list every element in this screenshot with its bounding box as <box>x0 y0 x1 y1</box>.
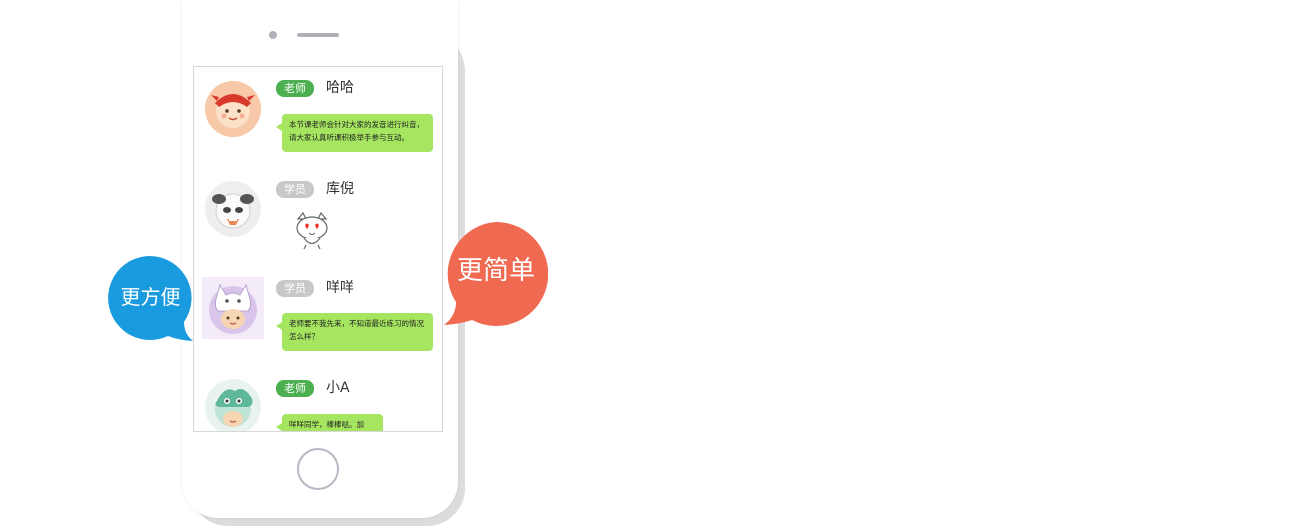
role-badge: 学员 <box>276 181 314 198</box>
camera-dot <box>269 31 277 39</box>
user-name: 小A <box>326 380 350 396</box>
home-button[interactable] <box>297 448 339 490</box>
callout-convenient: 更方便 <box>108 256 193 342</box>
user-name: 哈哈 <box>326 80 354 96</box>
user-name: 库倪 <box>326 181 354 197</box>
speaker-slot <box>297 33 339 37</box>
heart-eyes-cat-sticker-icon[interactable] <box>294 211 330 251</box>
chat-message: 老师 小A 咩咩同学，棒棒哒。加油！ <box>194 367 442 431</box>
message-bubble[interactable]: 咩咩同学，棒棒哒。加油！ <box>276 414 383 431</box>
role-badge: 老师 <box>276 380 314 397</box>
panda-avatar-icon[interactable] <box>205 181 261 237</box>
message-bubble[interactable]: 本节课老师会针对大家的发音进行纠音，请大家认真听课积极举手参与互动。 <box>276 114 433 152</box>
chat-message: 学员 库倪 <box>194 167 442 267</box>
chat-message: 老师 哈哈 本节课老师会针对大家的发音进行纠音，请大家认真听课积极举手参与互动。 <box>194 67 442 167</box>
chat-screen[interactable]: 老师 哈哈 本节课老师会针对大家的发音进行纠音，请大家认真听课积极举手参与互动。… <box>193 66 443 432</box>
user-name: 咩咩 <box>326 280 354 296</box>
red-dog-avatar-icon[interactable] <box>205 81 261 137</box>
green-dino-avatar-icon[interactable] <box>205 379 261 431</box>
callout-text: 更方便 <box>120 285 181 309</box>
callout-simple: 更简单 <box>444 222 548 326</box>
role-badge: 学员 <box>276 280 314 297</box>
chat-message: 学员 咩咩 老师要不我先来，不知道最近练习的情况怎么样？ <box>194 267 442 367</box>
callout-text: 更简单 <box>456 256 535 286</box>
white-cat-hat-avatar-icon[interactable] <box>202 277 264 339</box>
role-badge: 老师 <box>276 80 314 97</box>
message-bubble[interactable]: 老师要不我先来，不知道最近练习的情况怎么样？ <box>276 313 433 351</box>
